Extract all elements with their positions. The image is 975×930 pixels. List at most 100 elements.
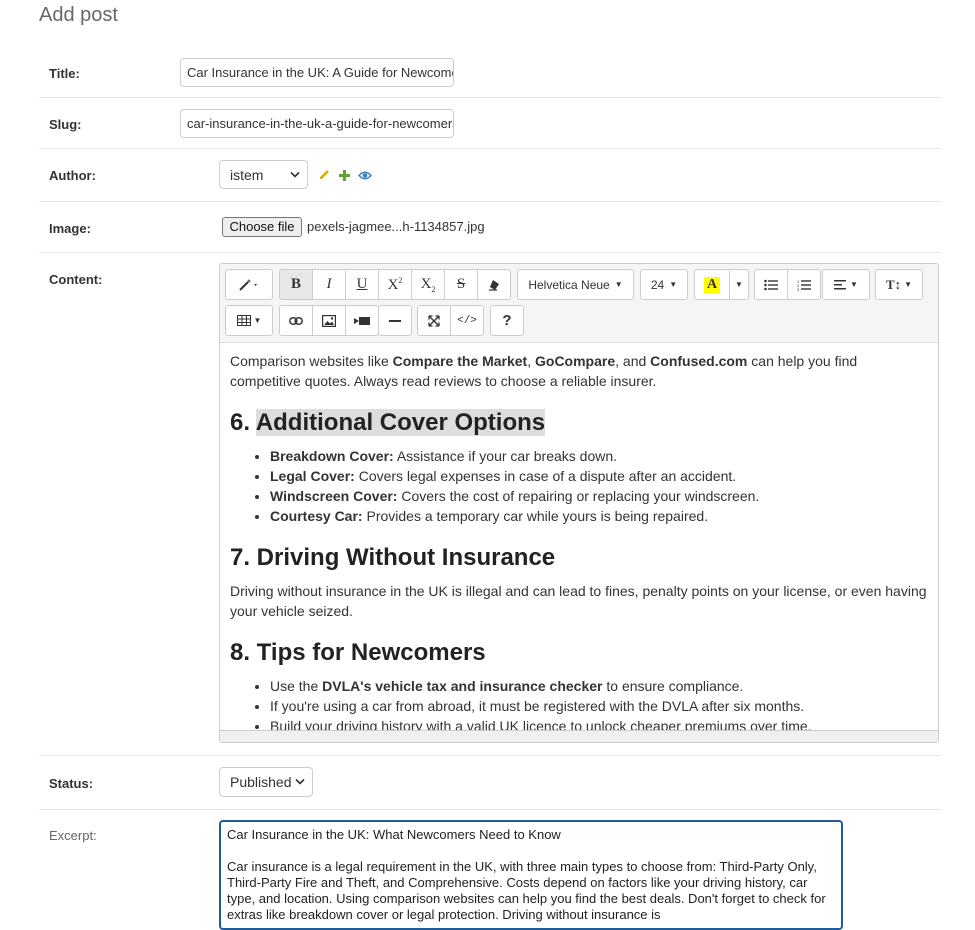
heading-driving-without-insurance: 7. Driving Without Insurance xyxy=(230,544,556,571)
eraser-icon xyxy=(489,279,499,291)
highlight-icon: A xyxy=(703,276,721,293)
picture-button[interactable] xyxy=(312,305,346,336)
list-item: Breakdown Cover: Assistance if your car … xyxy=(270,446,928,466)
caret-down-icon: ▼ xyxy=(614,280,623,289)
excerpt-textarea[interactable]: Car Insurance in the UK: What Newcomers … xyxy=(219,820,843,930)
image-label: Image: xyxy=(49,221,91,236)
bold-button[interactable]: B xyxy=(279,269,313,300)
caret-down-icon: ▼ xyxy=(850,280,858,289)
strikethrough-button[interactable]: S xyxy=(444,269,478,300)
author-value: istem xyxy=(230,166,264,183)
pencil-icon[interactable] xyxy=(319,167,331,183)
horizontal-rule-icon xyxy=(389,319,401,322)
status-label: Status: xyxy=(49,776,94,791)
excerpt-label: Excerpt: xyxy=(49,828,97,843)
slug-row: Slug: xyxy=(39,98,941,149)
table-dropdown[interactable]: ▼ xyxy=(225,305,273,336)
bullet-list-icon xyxy=(764,279,778,290)
cover-options-list: Breakdown Cover: Assistance if your car … xyxy=(230,446,928,526)
driving-paragraph: Driving without insurance in the UK is i… xyxy=(230,583,927,619)
text-span: , and xyxy=(615,353,651,369)
ordered-list-button[interactable]: 123 xyxy=(787,269,821,300)
author-label: Author: xyxy=(49,168,96,183)
editor-content-area[interactable]: Comparison websites like Compare the Mar… xyxy=(220,342,938,730)
text-span: Covers legal expenses in case of a dispu… xyxy=(354,468,737,484)
text-span: , xyxy=(527,353,535,369)
magic-wand-button[interactable] xyxy=(225,269,273,300)
heading-number: 6. xyxy=(230,409,256,436)
slug-input[interactable]: car-insurance-in-the-uk-a-guide-for-newc… xyxy=(180,109,454,138)
svg-text:3: 3 xyxy=(797,287,800,291)
list-item: Use the DVLA's vehicle tax and insurance… xyxy=(270,676,928,696)
numbered-list-icon: 123 xyxy=(797,279,811,291)
text-span: Provides a temporary car while yours is … xyxy=(362,508,709,524)
horizontal-rule-button[interactable] xyxy=(378,305,412,336)
font-family-dropdown[interactable]: Helvetica Neue ▼ xyxy=(517,269,634,300)
code-view-button[interactable]: </> xyxy=(450,305,484,336)
text-span: Covers the cost of repairing or replacin… xyxy=(397,488,760,504)
fullscreen-button[interactable] xyxy=(417,305,451,336)
caret-down-icon: ▼ xyxy=(735,280,743,289)
caret-down-icon: ▼ xyxy=(253,316,262,325)
plus-icon[interactable] xyxy=(339,168,350,184)
font-size-value: 24 xyxy=(650,277,665,292)
file-name: pexels-jagmee...h-1134857.jpg xyxy=(307,219,485,234)
expand-icon xyxy=(428,314,440,327)
page-title: Add post xyxy=(39,4,118,26)
chevron-down-icon xyxy=(295,778,305,785)
caret-down-icon: ▼ xyxy=(904,280,913,289)
subscript-button[interactable]: X2 xyxy=(411,269,445,300)
chevron-down-icon xyxy=(290,171,300,178)
highlight-color-button[interactable]: A xyxy=(694,269,730,300)
line-height-icon: T↕ xyxy=(885,276,902,292)
image-icon xyxy=(322,314,336,327)
text-span: Use the xyxy=(270,678,323,694)
heading-tips: 8. Tips for Newcomers xyxy=(230,639,486,666)
video-icon xyxy=(354,316,370,325)
selected-heading-text: Additional Cover Options xyxy=(255,409,546,436)
comparison-paragraph: Comparison websites like Compare the Mar… xyxy=(230,351,928,391)
help-icon: ? xyxy=(502,312,512,329)
image-row: Image: xyxy=(39,202,941,253)
bold-text: Confused.com xyxy=(650,353,748,369)
caret-down-icon: ▼ xyxy=(669,280,678,289)
bold-text: Courtesy Car: xyxy=(270,508,363,524)
editor-resize-handle[interactable] xyxy=(220,730,938,742)
title-label: Title: xyxy=(49,66,80,81)
highlight-color-dropdown[interactable]: ▼ xyxy=(729,269,749,300)
table-icon xyxy=(236,315,251,326)
video-button[interactable] xyxy=(345,305,379,336)
bold-text: GoCompare xyxy=(535,353,616,369)
text-span: to ensure compliance. xyxy=(602,678,744,694)
status-value: Published xyxy=(230,774,292,790)
tips-list: Use the DVLA's vehicle tax and insurance… xyxy=(230,676,928,730)
bold-text: Breakdown Cover: xyxy=(270,448,394,464)
unordered-list-button[interactable] xyxy=(754,269,788,300)
font-size-dropdown[interactable]: 24 ▼ xyxy=(640,269,688,300)
author-select[interactable]: istem xyxy=(219,160,308,189)
bold-text: DVLA's vehicle tax and insurance checker xyxy=(322,678,603,694)
line-height-dropdown[interactable]: T↕ ▼ xyxy=(875,269,923,300)
eye-icon[interactable] xyxy=(358,168,372,184)
list-item: Windscreen Cover: Covers the cost of rep… xyxy=(270,486,928,506)
author-row: Author: xyxy=(39,149,941,202)
italic-button[interactable]: I xyxy=(312,269,346,300)
rich-text-editor: B I U X2 X2 S Helvetica Neue ▼ 24 ▼ A ▼ … xyxy=(219,263,939,743)
text-span: Comparison websites like xyxy=(230,353,393,369)
eraser-button[interactable] xyxy=(477,269,511,300)
link-icon xyxy=(289,316,303,325)
underline-button[interactable]: U xyxy=(345,269,379,300)
link-button[interactable] xyxy=(279,305,313,336)
font-family-value: Helvetica Neue xyxy=(528,277,610,292)
bold-text: Windscreen Cover: xyxy=(270,488,398,504)
superscript-button[interactable]: X2 xyxy=(378,269,412,300)
choose-file-button[interactable]: Choose file xyxy=(222,217,302,237)
title-input[interactable]: Car Insurance in the UK: A Guide for New… xyxy=(180,58,454,87)
content-label: Content: xyxy=(49,272,103,287)
help-button[interactable]: ? xyxy=(490,305,524,336)
status-select[interactable]: Published xyxy=(219,767,313,797)
heading-additional-cover: 6. Additional Cover Options xyxy=(230,408,928,438)
list-item: If you're using a car from abroad, it mu… xyxy=(270,696,928,716)
paragraph-align-dropdown[interactable]: ▼ xyxy=(822,269,870,300)
status-row: Status: xyxy=(39,756,941,810)
